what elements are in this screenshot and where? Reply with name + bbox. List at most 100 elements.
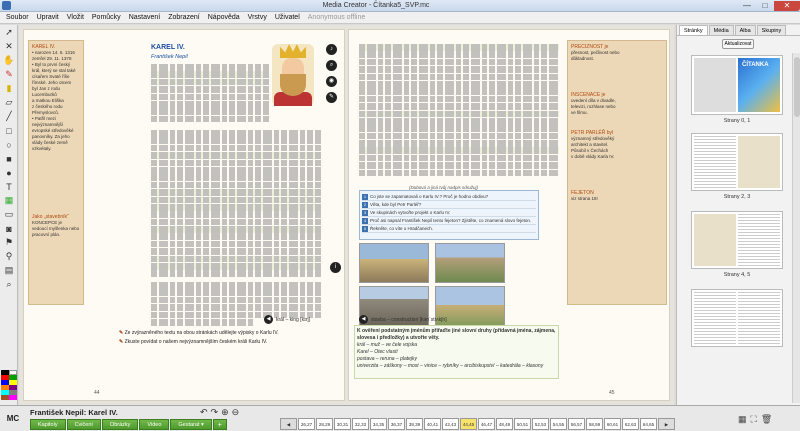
page-button[interactable]: 48,49 (496, 418, 513, 430)
pin-icon[interactable]: ⚲ (1, 250, 17, 263)
page-button[interactable]: 42,43 (442, 418, 459, 430)
king-illustration (272, 44, 314, 106)
prev-page-button[interactable]: ◀ (280, 418, 297, 430)
page-button[interactable]: 40,41 (424, 418, 441, 430)
thumbnail-scrollbar[interactable] (792, 53, 800, 403)
camera-icon[interactable]: ◙ (1, 222, 17, 235)
page-button-current[interactable]: 44,45 (460, 418, 477, 430)
fullscreen-icon[interactable]: ⛶ (751, 414, 757, 425)
refresh-button[interactable]: Aktualizovat (722, 39, 754, 49)
rect-icon[interactable]: □ (1, 124, 17, 137)
page-button[interactable]: 60,61 (604, 418, 621, 430)
page-navigator: ◀ 26,27 28,29 30,31 32,33 34,35 36,37 38… (280, 418, 675, 430)
app-icon (2, 1, 11, 10)
ellipse-icon[interactable]: ○ (1, 138, 17, 151)
tab-skupiny[interactable]: Skupiny (756, 25, 787, 35)
maximize-button[interactable]: □ (756, 1, 774, 11)
hand-icon[interactable]: ✋ (1, 54, 17, 67)
page-button[interactable]: 30,31 (334, 418, 351, 430)
video-button[interactable]: Video (139, 419, 170, 430)
minimize-button[interactable]: — (738, 1, 756, 11)
tab-media[interactable]: Média (708, 25, 734, 35)
search-icon[interactable]: ⌕ (326, 60, 337, 71)
page-button[interactable]: 34,35 (370, 418, 387, 430)
redo-icon[interactable]: ↷ (211, 407, 219, 418)
page-button[interactable]: 28,29 (316, 418, 333, 430)
menu-vrstvy[interactable]: Vrstvy (244, 14, 271, 21)
menu-uzivatel[interactable]: Uživatel (271, 14, 304, 21)
chapter-buttons: Kapitoly Cvičení Obrázky Video Gestarat … (30, 419, 227, 430)
text-icon[interactable]: T (1, 180, 17, 193)
read-icon[interactable]: ◉ (326, 76, 337, 87)
page-button[interactable]: 32,33 (352, 418, 369, 430)
fill-ellipse-icon[interactable]: ● (1, 166, 17, 179)
menu-napoveda[interactable]: Nápověda (204, 14, 244, 21)
page-button[interactable]: 56,57 (568, 418, 585, 430)
menu-nastaveni[interactable]: Nastavení (125, 14, 165, 21)
menu-vlozit[interactable]: Vložit (63, 14, 88, 21)
trash-icon[interactable]: 🗑 (761, 414, 772, 425)
right-sidebox: PRECIZNOST je přesnost, pečlivost nebo dů… (567, 40, 667, 305)
menu-upravit[interactable]: Upravit (33, 14, 63, 21)
nav-controls: ↶ ↷ ⊕ ⊖ (200, 407, 239, 418)
tool-palette: ➚ ✕ ✋ ✎ ▮ ▱ ╱ □ ○ ■ ● T ▦ ▭ ◙ ⚑ ⚲ ▤ ⌕ (0, 25, 18, 405)
undo-icon[interactable]: ↶ (200, 407, 208, 418)
info-icon[interactable]: i (330, 262, 341, 273)
close-button[interactable]: ✕ (774, 0, 800, 11)
bottom-bar: MC František Nepil: Karel IV. ↶ ↷ ⊕ ⊖ Ka… (0, 405, 800, 431)
cviceni-button[interactable]: Cvičení (66, 419, 101, 430)
obrazky-button[interactable]: Obrázky (101, 419, 139, 430)
photo-town[interactable] (435, 243, 505, 283)
page-thumbnail[interactable]: ČÍTANKA (691, 55, 783, 115)
marker-icon[interactable]: ▮ (1, 82, 17, 95)
speaker-icon[interactable]: ◀ (359, 315, 368, 324)
tab-stranky[interactable]: Stránky (679, 25, 708, 35)
page-button[interactable]: 62,63 (622, 418, 639, 430)
page-button[interactable]: 50,51 (514, 418, 531, 430)
speaker-icon[interactable]: ◀ (264, 315, 273, 324)
pencil-icon[interactable]: ✎ (1, 68, 17, 81)
tab-alba[interactable]: Alba (734, 25, 756, 35)
eraser-icon[interactable]: ▱ (1, 96, 17, 109)
next-page-button[interactable]: ▶ (658, 418, 675, 430)
menu-soubor[interactable]: Soubor (2, 14, 33, 21)
screen-icon[interactable]: ▭ (1, 208, 17, 221)
photo-castle[interactable] (359, 243, 429, 283)
color-swatch[interactable] (9, 395, 17, 400)
menu-pomucky[interactable]: Pomůcky (88, 14, 125, 21)
reveal-icon[interactable]: ▤ (1, 264, 17, 277)
audio-icon[interactable]: ♪ (326, 44, 337, 55)
page-button[interactable]: 64,65 (640, 418, 657, 430)
page-button[interactable]: 52,53 (532, 418, 549, 430)
page-button[interactable]: 36,37 (388, 418, 405, 430)
task-item: 2 Věta, kde byl Petr Parléř? (362, 201, 536, 209)
zoom-out-icon[interactable]: ⊖ (232, 407, 240, 418)
audio-player[interactable]: ◀ král – king [kɪŋ] (264, 315, 310, 324)
fill-rect-icon[interactable]: ■ (1, 152, 17, 165)
highlight-icon[interactable]: ▦ (1, 194, 17, 207)
article-text-top (151, 64, 269, 128)
pointer-icon[interactable]: ✕ (1, 40, 17, 53)
zoom-icon[interactable]: ⌕ (1, 278, 17, 291)
kapitoly-button[interactable]: Kapitoly (30, 419, 66, 430)
menu-zobrazeni[interactable]: Zobrazení (164, 14, 204, 21)
page-thumbnail[interactable] (691, 289, 783, 347)
audio-player[interactable]: ◀ stavba – construction [kənˈstrʌkʃn] (359, 315, 447, 324)
zoom-in-icon[interactable]: ⊕ (221, 407, 229, 418)
line-icon[interactable]: ╱ (1, 110, 17, 123)
gestarat-dropdown[interactable]: Gestarat ▾ (170, 419, 212, 430)
page-button[interactable]: 26,27 (298, 418, 315, 430)
page-button[interactable]: 46,47 (478, 418, 495, 430)
page-thumbnail[interactable] (691, 133, 783, 191)
page-thumbnail[interactable] (691, 211, 783, 269)
color-swatch[interactable] (1, 395, 9, 400)
write-icon[interactable]: ✎ (326, 92, 337, 103)
page-button[interactable]: 54,55 (550, 418, 567, 430)
stamp-icon[interactable]: ⚑ (1, 236, 17, 249)
thumbnail-label: Strany 4, 5 (723, 272, 751, 278)
add-button[interactable]: + (212, 419, 227, 430)
cursor-icon[interactable]: ➚ (1, 26, 17, 39)
page-button[interactable]: 38,39 (406, 418, 423, 430)
grid-icon[interactable]: ▦ (738, 414, 747, 425)
page-button[interactable]: 58,59 (586, 418, 603, 430)
